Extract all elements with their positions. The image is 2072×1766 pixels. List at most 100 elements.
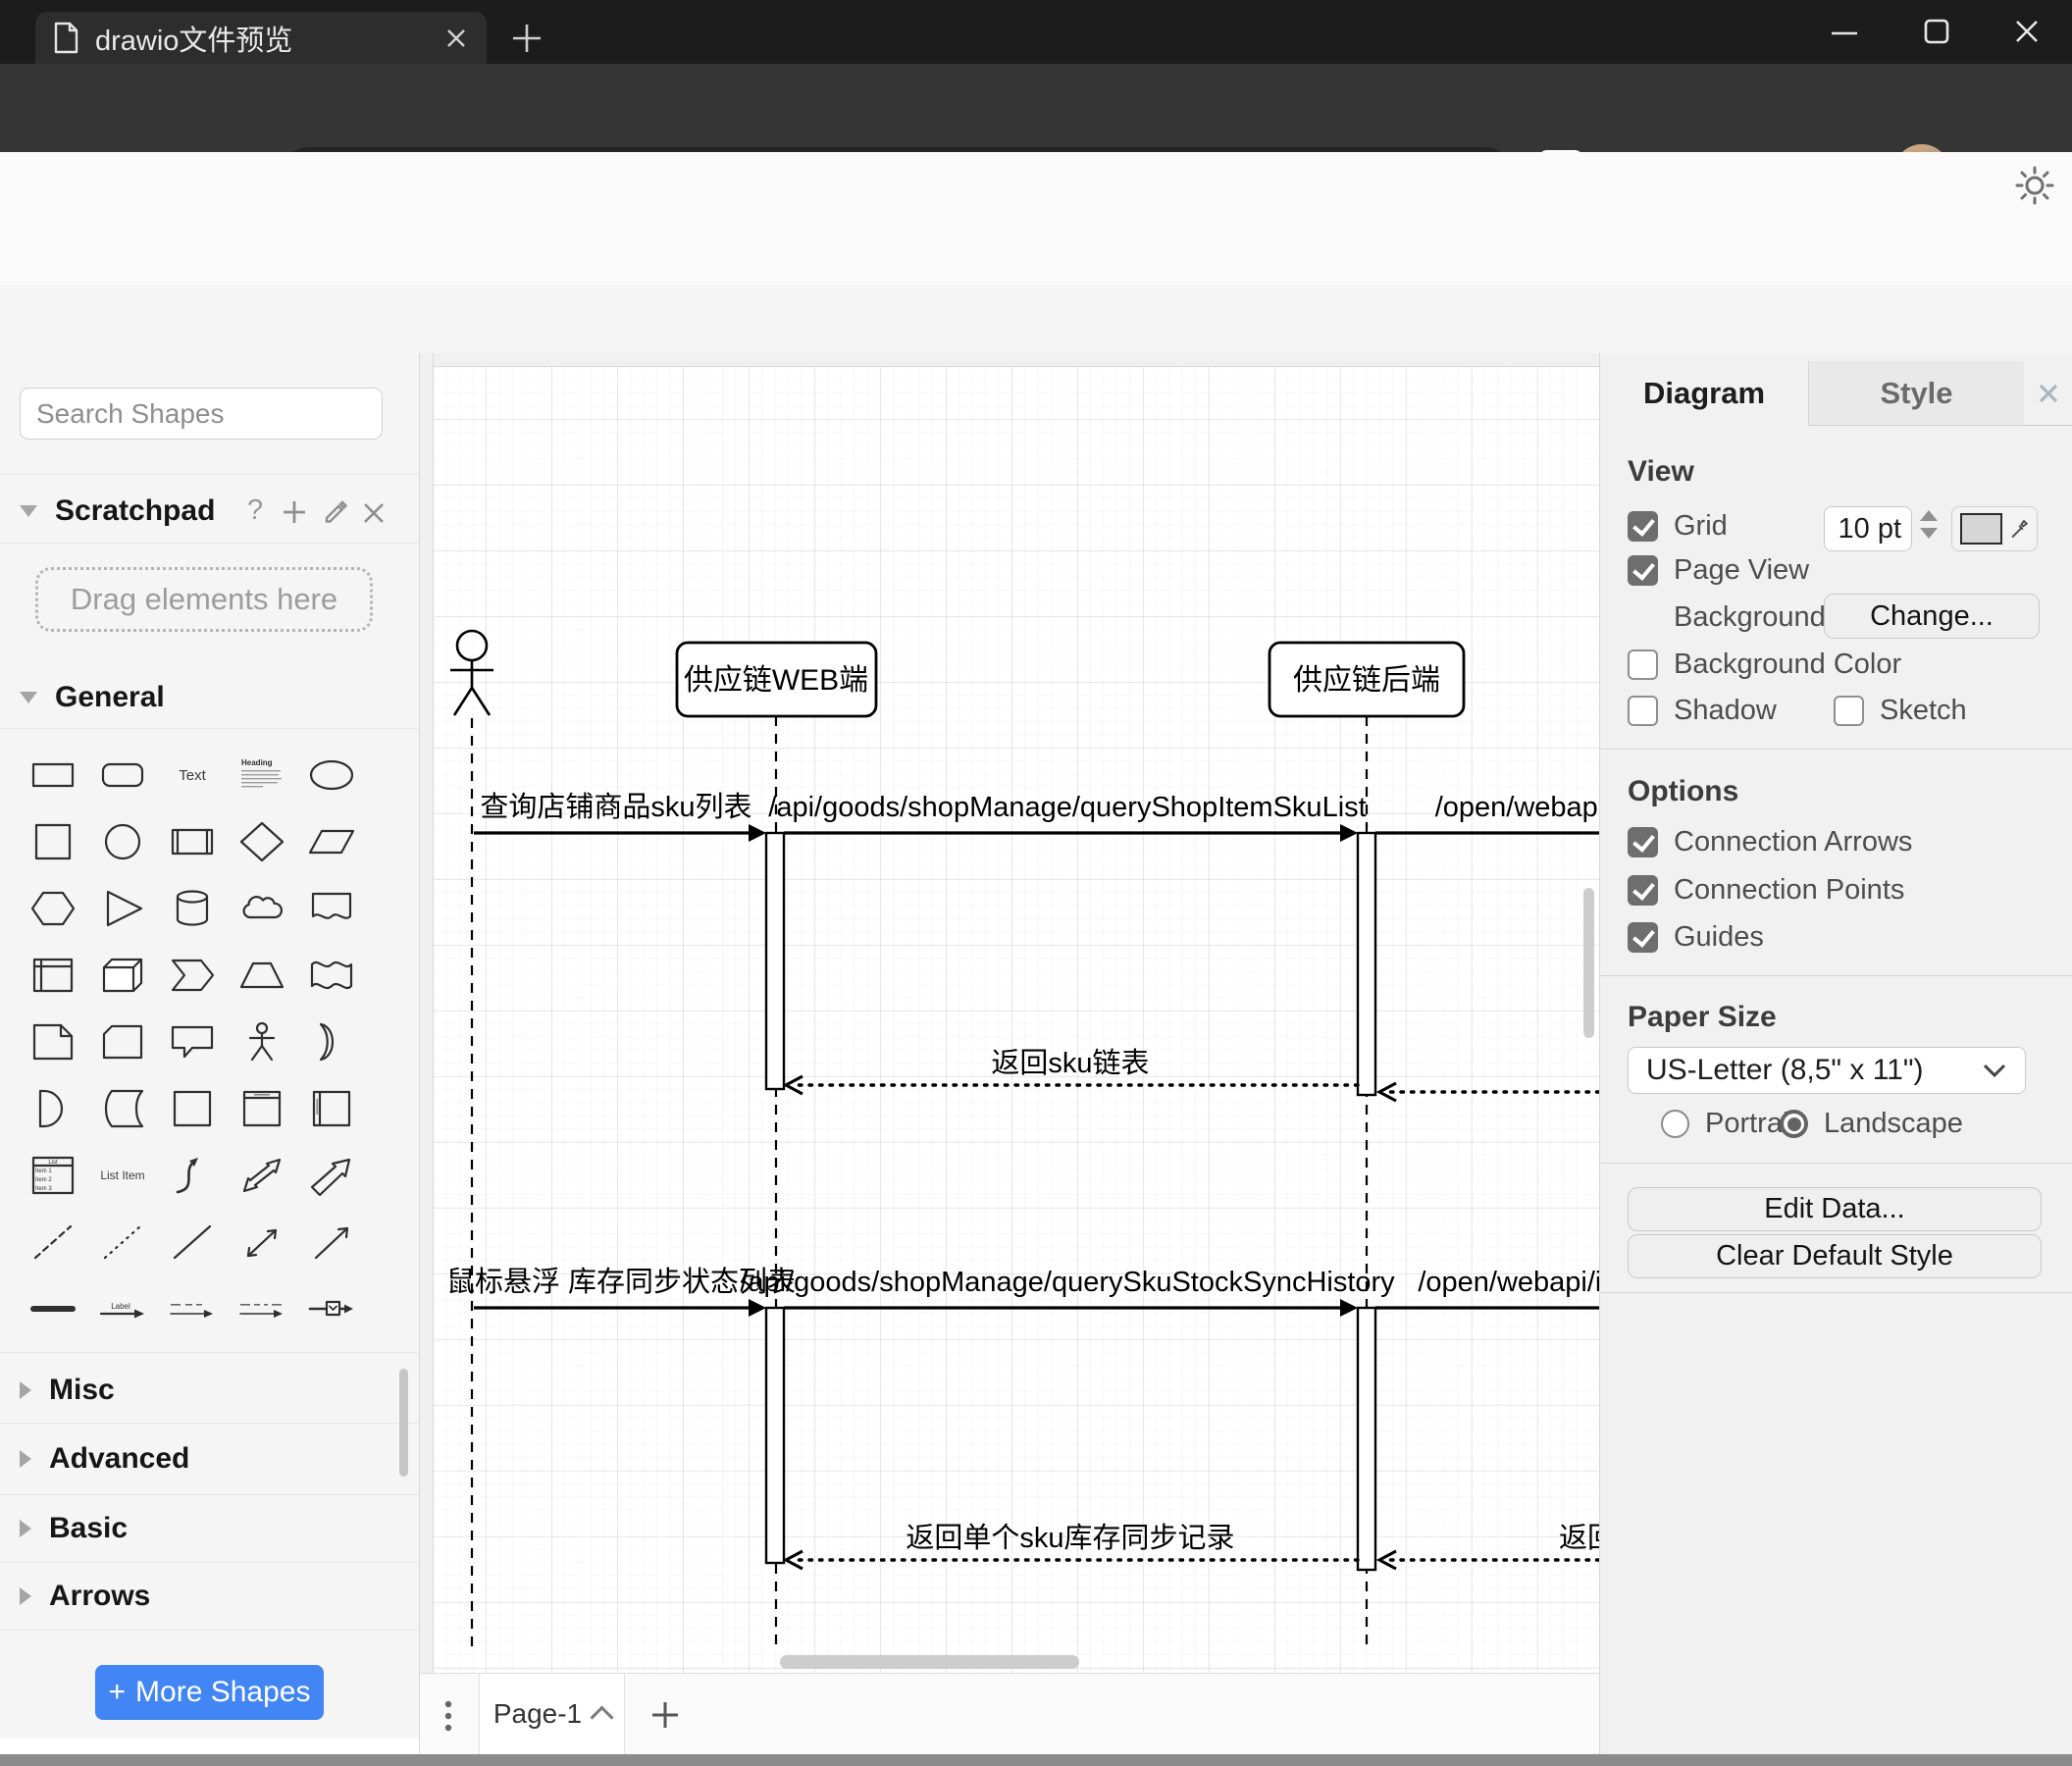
shape-note[interactable] (18, 1009, 87, 1075)
window-minimize-icon[interactable] (1827, 24, 1862, 43)
more-shapes-button[interactable]: + More Shapes (95, 1665, 324, 1720)
shape-link-source-target[interactable] (227, 1275, 296, 1342)
grid-checkbox[interactable] (1628, 511, 1658, 542)
shape-parallelogram[interactable] (296, 808, 366, 875)
shape-actor[interactable] (227, 1009, 296, 1075)
grid-color-button[interactable] (1951, 506, 2038, 551)
scratchpad-edit-icon[interactable] (320, 496, 351, 528)
shape-double-arrow-line[interactable] (227, 1209, 296, 1275)
tab-style[interactable]: Style (1808, 361, 2024, 426)
shape-triangle[interactable] (87, 875, 157, 942)
shape-step[interactable] (157, 942, 227, 1009)
shape-dashed-line[interactable] (18, 1209, 87, 1275)
shape-hexagon[interactable] (18, 875, 87, 942)
sidebar-scrollbar[interactable] (399, 1369, 408, 1477)
search-input[interactable] (34, 396, 392, 431)
guides-checkbox[interactable] (1628, 922, 1658, 953)
shape-arrow-line[interactable] (296, 1209, 366, 1275)
section-misc[interactable]: Misc (20, 1374, 115, 1407)
participant-backend[interactable]: 供应链后端 (1268, 641, 1466, 718)
theme-sun-icon[interactable] (2013, 164, 2056, 207)
grid-size-stepper[interactable] (1920, 510, 1938, 539)
diagram-canvas[interactable]: 供应链WEB端 供应链后端 查询店铺商品sku列表 /api/goods/sho… (420, 353, 1599, 1673)
landscape-option[interactable]: Landscape (1780, 1108, 1963, 1140)
pages-menu-icon[interactable] (441, 1699, 455, 1733)
connection-points-checkbox[interactable] (1628, 875, 1658, 906)
shape-tape[interactable] (296, 942, 366, 1009)
shape-diamond[interactable] (227, 808, 296, 875)
message-label-api-history[interactable]: /api/goods/shopManage/querySkuStockSyncH… (740, 1267, 1395, 1298)
shape-callout[interactable] (157, 1009, 227, 1075)
shape-data-storage[interactable] (87, 1075, 157, 1142)
section-basic[interactable]: Basic (20, 1512, 128, 1545)
add-page-icon[interactable] (648, 1697, 683, 1733)
shape-cloud[interactable] (227, 875, 296, 942)
shape-square[interactable] (18, 808, 87, 875)
shape-process[interactable] (157, 808, 227, 875)
shape-arrow[interactable] (296, 1142, 366, 1209)
shape-cube[interactable] (87, 942, 157, 1009)
shape-arrow-with-box[interactable] (296, 1275, 366, 1342)
portrait-option[interactable]: Portrait (1661, 1108, 1796, 1140)
shape-rounded-rectangle[interactable] (87, 742, 157, 808)
shape-card[interactable] (87, 1009, 157, 1075)
sketch-checkbox[interactable] (1834, 696, 1864, 726)
scratchpad-close-icon[interactable] (359, 498, 388, 528)
stepper-down-icon[interactable] (1920, 528, 1938, 539)
message-label-query[interactable]: 查询店铺商品sku列表 (480, 791, 751, 823)
activation-web-1[interactable] (764, 831, 786, 1091)
shape-link-source[interactable] (157, 1275, 227, 1342)
activation-backend-1[interactable] (1356, 831, 1377, 1097)
shape-internal-storage[interactable] (18, 942, 87, 1009)
landscape-radio[interactable] (1780, 1110, 1808, 1138)
section-arrows[interactable]: Arrows (20, 1580, 150, 1613)
message-label-return-single[interactable]: 返回单个sku库存同步记录 (906, 1522, 1234, 1554)
shape-thick-link[interactable] (18, 1275, 87, 1342)
clear-default-style-button[interactable]: Clear Default Style (1628, 1234, 2042, 1278)
shape-line[interactable] (157, 1209, 227, 1275)
scratchpad-add-icon[interactable] (279, 496, 310, 528)
message-label-api-list[interactable]: /api/goods/shopManage/queryShopItemSkuLi… (768, 792, 1366, 823)
portrait-radio[interactable] (1661, 1110, 1689, 1138)
actor-figure[interactable] (450, 629, 493, 716)
canvas-hscrollbar[interactable] (780, 1655, 1079, 1669)
shape-textbox[interactable]: Heading (227, 742, 296, 808)
connection-arrows-checkbox[interactable] (1628, 827, 1658, 857)
shape-list-item[interactable]: List Item (87, 1142, 157, 1209)
shape-and[interactable] (18, 1075, 87, 1142)
paper-size-select[interactable]: US-Letter (8,5" x 11") (1628, 1047, 2026, 1094)
window-maximize-icon[interactable] (1919, 14, 1954, 49)
shape-rectangle[interactable] (18, 742, 87, 808)
scratchpad-help-icon[interactable]: ? (247, 494, 263, 527)
message-label-return-partial[interactable]: 返回 (1559, 1523, 1599, 1554)
page-tab[interactable]: Page-1 (479, 1674, 625, 1754)
shape-cylinder[interactable] (157, 875, 227, 942)
window-close-icon[interactable] (2009, 14, 2045, 49)
shape-vertical-container[interactable] (227, 1075, 296, 1142)
shape-circle[interactable] (87, 808, 157, 875)
edit-data-button[interactable]: Edit Data... (1628, 1187, 2042, 1231)
stepper-up-icon[interactable] (1920, 510, 1938, 521)
activation-backend-2[interactable] (1356, 1306, 1377, 1572)
shadow-checkbox[interactable] (1628, 696, 1658, 726)
background-change-button[interactable]: Change... (1824, 594, 2040, 639)
shape-trapezoid[interactable] (227, 942, 296, 1009)
shape-list[interactable]: List Item 1 Item 2 Item 3 (18, 1142, 87, 1209)
shape-document[interactable] (296, 875, 366, 942)
scratchpad-dropzone[interactable]: Drag elements here (35, 567, 373, 632)
message-label-return-list[interactable]: 返回sku链表 (991, 1047, 1149, 1079)
page-view-checkbox[interactable] (1628, 555, 1658, 586)
shape-text[interactable]: Text (157, 742, 227, 808)
shape-horizontal-container[interactable] (296, 1075, 366, 1142)
grid-size-input[interactable] (1824, 506, 1912, 551)
canvas-vscrollbar[interactable] (1583, 888, 1594, 1038)
shape-curve[interactable] (157, 1142, 227, 1209)
section-advanced[interactable]: Advanced (20, 1442, 189, 1476)
participant-web[interactable]: 供应链WEB端 (675, 641, 878, 718)
shape-container[interactable] (157, 1075, 227, 1142)
message-label-open-webapi-item[interactable]: /open/webapi/item (1418, 1267, 1599, 1298)
activation-web-2[interactable] (764, 1306, 786, 1565)
tab-diagram[interactable]: Diagram (1600, 361, 1808, 426)
message-label-open-webapi[interactable]: /open/webapi/ (1435, 792, 1599, 823)
browser-tab[interactable]: drawio文件预览 (35, 12, 487, 64)
